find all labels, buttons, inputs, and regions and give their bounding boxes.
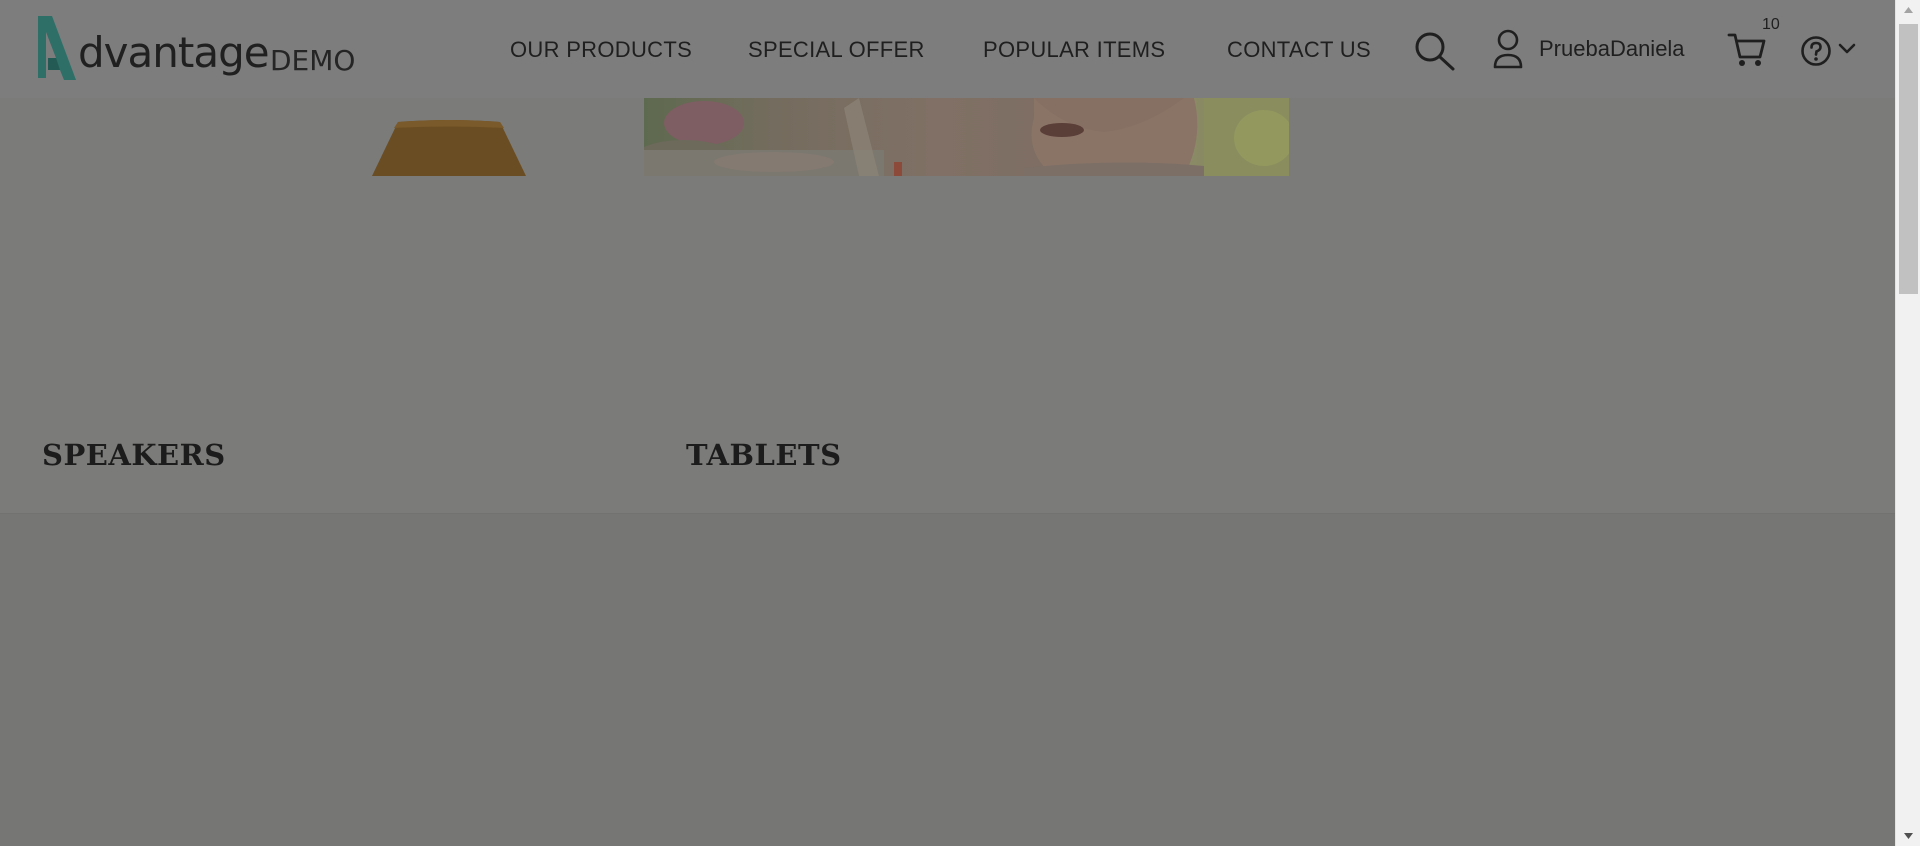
top-header: dvantage DEMO OUR PRODUCTS SPECIAL OFFER…	[0, 0, 1895, 99]
cart-count-badge: 10	[1762, 16, 1780, 33]
category-title-tablets[interactable]: TABLETS	[686, 438, 842, 472]
nav-special-offer[interactable]: SPECIAL OFFER	[748, 37, 925, 63]
nav-popular-items[interactable]: POPULAR ITEMS	[983, 37, 1165, 63]
user-icon[interactable]	[1492, 29, 1524, 69]
lower-section	[0, 513, 1895, 846]
chevron-down-icon[interactable]	[1838, 42, 1856, 56]
category-title-speakers[interactable]: SPEAKERS	[42, 438, 226, 472]
scroll-down-arrow-icon[interactable]	[1896, 826, 1920, 846]
speaker-image[interactable]	[372, 120, 526, 176]
brand-word: dvantage	[78, 28, 270, 77]
user-name[interactable]: PruebaDaniela	[1539, 36, 1685, 62]
nav-our-products[interactable]: OUR PRODUCTS	[510, 37, 692, 63]
search-icon[interactable]	[1414, 31, 1456, 71]
cart-icon[interactable]	[1727, 32, 1767, 68]
scroll-up-arrow-icon[interactable]	[1896, 0, 1920, 20]
scrollbar-thumb[interactable]	[1899, 24, 1918, 294]
nav-contact-us[interactable]: CONTACT US	[1227, 37, 1371, 63]
brand-suffix: DEMO	[270, 44, 356, 77]
page: dvantage DEMO OUR PRODUCTS SPECIAL OFFER…	[0, 0, 1895, 846]
help-icon[interactable]	[1800, 35, 1832, 67]
tablet-photo-detail	[644, 98, 1289, 176]
vertical-scrollbar[interactable]	[1895, 0, 1920, 846]
tablets-image[interactable]	[644, 98, 1289, 176]
